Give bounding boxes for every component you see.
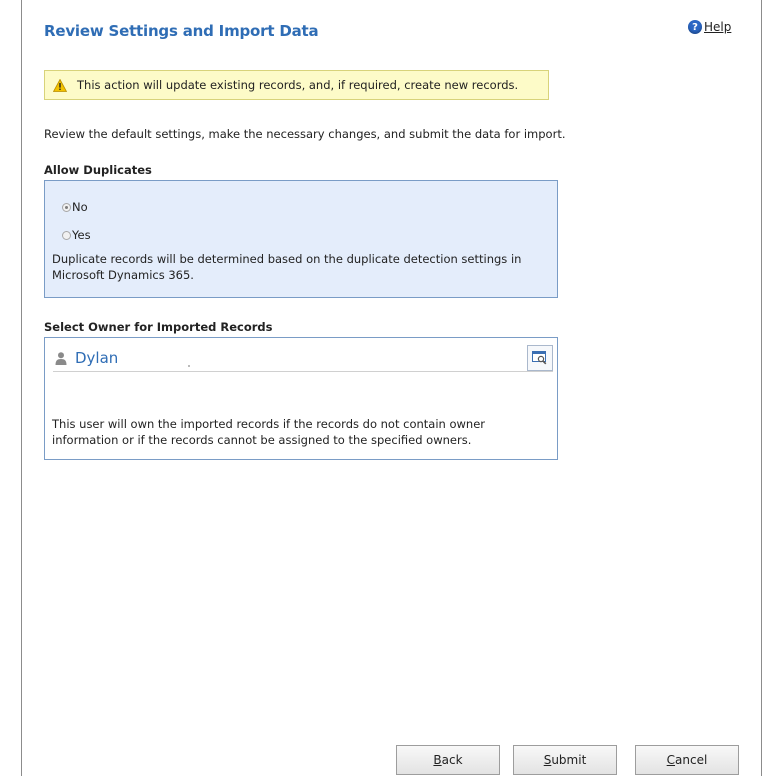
user-icon <box>55 351 67 365</box>
field-dot <box>188 365 190 367</box>
cancel-button[interactable]: Cancel <box>635 745 739 775</box>
allow-duplicates-section: No Yes Duplicate records will be determi… <box>44 180 558 298</box>
help-link[interactable]: ? Help <box>688 20 731 34</box>
lookup-icon <box>532 351 547 365</box>
duplicates-note: Duplicate records will be determined bas… <box>52 252 522 282</box>
help-label: Help <box>704 20 732 34</box>
warning-icon <box>53 78 67 92</box>
allow-duplicates-label: Allow Duplicates <box>44 163 152 177</box>
radio-no-label: No <box>72 200 88 214</box>
owner-label: Select Owner for Imported Records <box>44 320 273 334</box>
intro-text: Review the default settings, make the ne… <box>44 127 566 141</box>
owner-section: Dylan This user will own the imported re… <box>44 337 558 460</box>
owner-lookup-field[interactable]: Dylan <box>53 345 553 372</box>
submit-button[interactable]: Submit <box>513 745 617 775</box>
radio-yes-label: Yes <box>72 228 91 242</box>
page-title: Review Settings and Import Data <box>44 22 319 40</box>
help-icon: ? <box>688 20 702 34</box>
lookup-button[interactable] <box>527 345 553 371</box>
owner-note: This user will own the imported records … <box>52 417 486 447</box>
owner-value[interactable]: Dylan <box>75 349 118 367</box>
warning-banner: This action will update existing records… <box>44 70 549 100</box>
radio-yes[interactable] <box>62 230 71 240</box>
radio-no-row[interactable]: No <box>62 200 88 214</box>
back-button[interactable]: Back <box>396 745 500 775</box>
warning-text: This action will update existing records… <box>77 78 519 92</box>
radio-yes-row[interactable]: Yes <box>62 228 91 242</box>
radio-no[interactable] <box>62 202 71 212</box>
